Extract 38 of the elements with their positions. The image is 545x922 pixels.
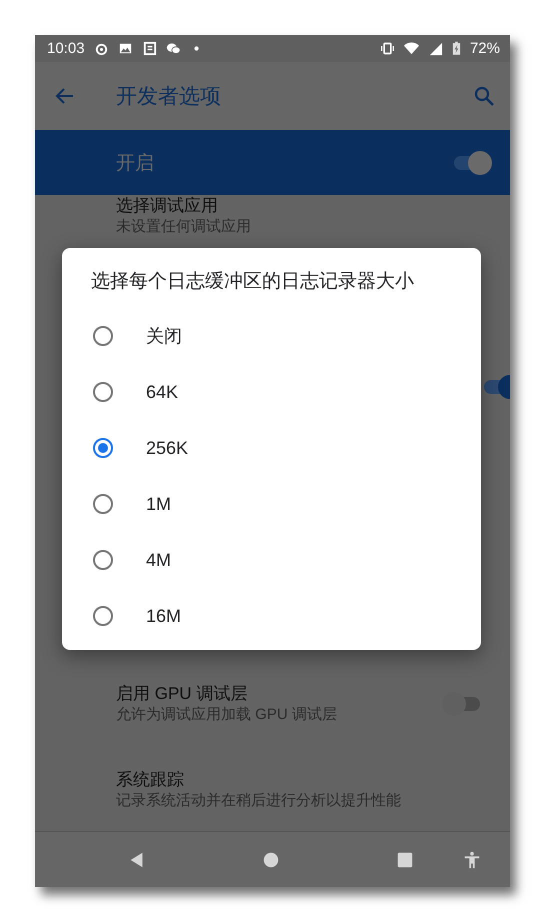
accessibility-icon[interactable] bbox=[463, 850, 481, 868]
radio-option[interactable]: 4M bbox=[62, 532, 481, 588]
radio-button[interactable] bbox=[93, 606, 113, 626]
setting-subtitle: 记录系统活动并在稍后进行分析以提升性能 bbox=[116, 791, 402, 811]
chat-bubbles-icon bbox=[166, 41, 181, 56]
dot-icon bbox=[194, 46, 199, 51]
radio-option[interactable]: 16M bbox=[62, 588, 481, 644]
master-switch-label: 开启 bbox=[116, 152, 155, 176]
wifi-icon bbox=[404, 41, 419, 56]
toggle-switch[interactable] bbox=[452, 150, 492, 174]
battery-icon bbox=[452, 41, 461, 56]
setting-title: 选择调试应用 bbox=[116, 195, 219, 217]
radio-option[interactable]: 256K bbox=[62, 420, 481, 476]
home-circle-icon[interactable] bbox=[262, 850, 280, 868]
signal-icon bbox=[428, 41, 443, 56]
setting-title: 启用 GPU 调试层 bbox=[116, 683, 248, 705]
battery-percent: 72% bbox=[470, 40, 500, 57]
vibrate-icon bbox=[380, 41, 395, 56]
setting-subtitle: 未设置任何调试应用 bbox=[116, 217, 252, 237]
radio-option[interactable]: 1M bbox=[62, 476, 481, 532]
recents-square-icon[interactable] bbox=[396, 850, 414, 868]
radio-button[interactable] bbox=[93, 550, 113, 570]
toggle-switch[interactable] bbox=[442, 692, 482, 716]
page-title: 开发者选项 bbox=[116, 84, 222, 110]
news-icon bbox=[142, 41, 157, 56]
setting-title: 系统跟踪 bbox=[116, 769, 185, 791]
toggle-switch[interactable] bbox=[482, 375, 510, 399]
search-icon[interactable] bbox=[472, 84, 496, 108]
setting-subtitle: 允许为调试应用加载 GPU 调试层 bbox=[116, 705, 338, 725]
radio-button[interactable] bbox=[93, 326, 113, 346]
dialog-title: 选择每个日志缓冲区的日志记录器大小 bbox=[91, 270, 414, 294]
radio-button[interactable] bbox=[93, 382, 113, 402]
radio-button[interactable] bbox=[93, 494, 113, 514]
status-time: 10:03 bbox=[47, 40, 85, 57]
radio-button[interactable] bbox=[93, 438, 113, 458]
image-icon bbox=[118, 41, 133, 56]
radio-option[interactable]: 64K bbox=[62, 364, 481, 420]
radio-option[interactable]: 关闭 bbox=[62, 308, 481, 364]
